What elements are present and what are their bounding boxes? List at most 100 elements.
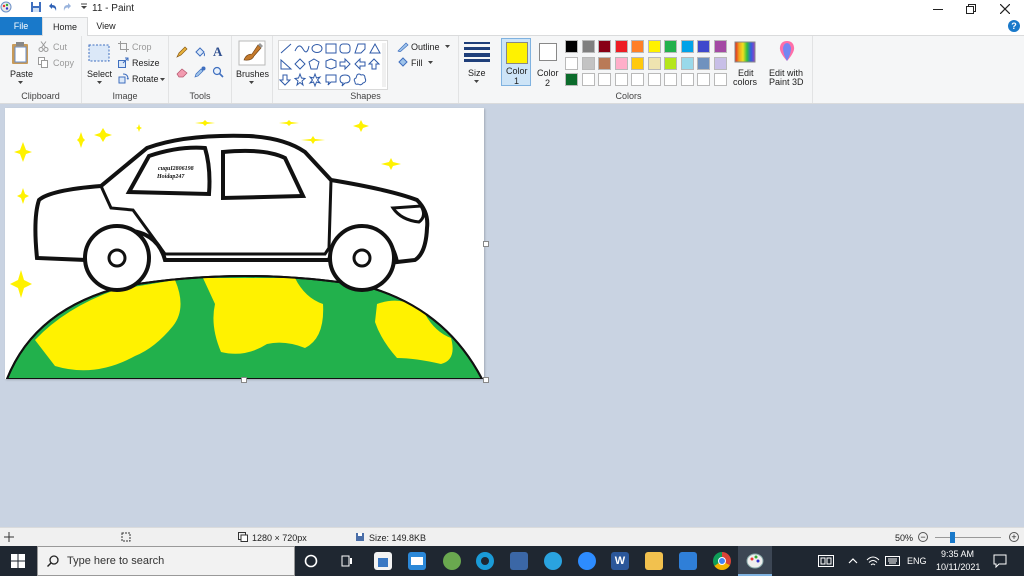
- chevron-down-icon: [160, 78, 165, 81]
- palette-swatch[interactable]: [598, 73, 611, 86]
- color2-button[interactable]: Color 2: [533, 38, 563, 88]
- palette-swatch[interactable]: [713, 40, 727, 53]
- telegram-icon[interactable]: [544, 552, 562, 570]
- restore-button[interactable]: [954, 0, 988, 17]
- clock-time[interactable]: 9:35 AM: [941, 549, 974, 559]
- palette-swatch[interactable]: [713, 73, 727, 86]
- task-view-icon[interactable]: [340, 554, 354, 568]
- palette-swatch[interactable]: [680, 56, 694, 70]
- edge-icon[interactable]: [476, 552, 494, 570]
- palette-swatch[interactable]: [647, 56, 661, 70]
- palette-swatch[interactable]: [581, 56, 595, 70]
- palette-swatch[interactable]: [647, 40, 661, 53]
- palette-swatch[interactable]: [565, 73, 578, 86]
- notification-icon[interactable]: [993, 554, 1007, 568]
- color2-number: 2: [545, 78, 551, 88]
- palette-swatch[interactable]: [713, 56, 727, 70]
- resize-button[interactable]: Resize: [118, 57, 162, 69]
- wifi-icon[interactable]: [866, 555, 880, 567]
- chrome-icon[interactable]: [713, 552, 731, 570]
- calculator-icon[interactable]: [510, 552, 528, 570]
- palette-swatch[interactable]: [598, 40, 611, 53]
- close-button[interactable]: [988, 0, 1022, 17]
- palette-swatch[interactable]: [664, 56, 677, 70]
- palette-swatch[interactable]: [647, 73, 661, 86]
- resize-handle-bottom[interactable]: [241, 377, 247, 383]
- palette-swatch[interactable]: [614, 73, 628, 86]
- minimize-button[interactable]: [921, 0, 955, 17]
- color-picker-icon[interactable]: [194, 66, 206, 78]
- customize-toolbar-chevron-icon[interactable]: [78, 1, 90, 13]
- resize-handle-right[interactable]: [483, 241, 489, 247]
- zoom-out-button[interactable]: −: [918, 532, 928, 542]
- fill-bucket-icon[interactable]: [194, 46, 206, 58]
- palette-swatch[interactable]: [631, 40, 644, 53]
- paint-taskbar-button[interactable]: [738, 546, 772, 576]
- tab-view[interactable]: View: [88, 17, 124, 35]
- pencil-icon[interactable]: [176, 46, 188, 58]
- zoom-app-icon[interactable]: [578, 552, 596, 570]
- file-explorer-icon[interactable]: [645, 552, 663, 570]
- palette-swatch[interactable]: [598, 56, 611, 70]
- help-icon[interactable]: ?: [1008, 20, 1020, 32]
- edit-colors-button[interactable]: Edit colors: [730, 39, 760, 89]
- greenshot-icon[interactable]: [443, 552, 461, 570]
- palette-swatch[interactable]: [697, 56, 710, 70]
- copy-button[interactable]: Copy: [38, 57, 78, 69]
- store-icon[interactable]: [374, 552, 392, 570]
- color1-button[interactable]: Color 1: [501, 38, 531, 86]
- rotate-button[interactable]: Rotate: [118, 73, 166, 85]
- palette-swatch[interactable]: [680, 73, 694, 86]
- language-indicator[interactable]: ENG: [907, 556, 927, 566]
- palette-swatch[interactable]: [614, 56, 628, 70]
- cortana-icon[interactable]: [304, 554, 318, 568]
- outline-button[interactable]: Outline: [397, 41, 453, 53]
- text-icon[interactable]: A: [212, 45, 224, 58]
- clock-date[interactable]: 10/11/2021: [936, 562, 980, 572]
- canvas-workspace[interactable]: cuquI2806198 Hoidap247: [0, 104, 1024, 527]
- palette-swatch[interactable]: [664, 40, 677, 53]
- zoom-in-button[interactable]: +: [1009, 532, 1019, 542]
- zoom-slider-track[interactable]: [935, 537, 1001, 538]
- shapes-gallery-icon[interactable]: [278, 40, 388, 90]
- keyboard-mode-icon[interactable]: [818, 555, 834, 567]
- undo-icon[interactable]: [46, 1, 58, 13]
- palette-swatch[interactable]: [581, 40, 595, 53]
- drawing-canvas[interactable]: cuquI2806198 Hoidap247: [5, 108, 484, 379]
- edit-with-paint3d-button[interactable]: Edit with Paint 3D: [766, 39, 808, 89]
- keyboard-icon[interactable]: [885, 556, 900, 566]
- word-icon[interactable]: W: [611, 552, 629, 570]
- show-hidden-icons-chevron-icon[interactable]: [848, 557, 858, 564]
- mail-icon[interactable]: [408, 552, 426, 570]
- palette-swatch[interactable]: [697, 40, 710, 53]
- palette-swatch[interactable]: [631, 73, 644, 86]
- windows-start-icon[interactable]: [11, 554, 25, 568]
- palette-swatch[interactable]: [614, 40, 628, 53]
- cut-button[interactable]: Cut: [38, 41, 78, 53]
- eraser-icon[interactable]: [176, 66, 188, 78]
- palette-swatch[interactable]: [565, 40, 578, 53]
- zoom-slider-thumb[interactable]: [949, 532, 955, 543]
- cursor-position-icon: [4, 532, 14, 542]
- crop-button[interactable]: Crop: [118, 41, 162, 53]
- paste-button[interactable]: Paste: [6, 39, 34, 89]
- palette-swatch[interactable]: [697, 73, 710, 86]
- palette-swatch[interactable]: [664, 73, 677, 86]
- tab-home[interactable]: Home: [42, 17, 88, 36]
- tab-file[interactable]: File: [0, 17, 42, 35]
- palette-swatch[interactable]: [565, 56, 578, 70]
- color1-number: 1: [514, 76, 520, 86]
- select-button[interactable]: Select: [85, 39, 113, 89]
- palette-swatch[interactable]: [680, 40, 694, 53]
- magnifier-icon[interactable]: [212, 66, 224, 78]
- redo-icon[interactable]: [62, 1, 74, 13]
- photos-icon[interactable]: [679, 552, 697, 570]
- save-icon[interactable]: [30, 1, 42, 13]
- palette-swatch[interactable]: [631, 56, 644, 70]
- brushes-button[interactable]: Brushes: [232, 36, 273, 103]
- size-button[interactable]: Size: [459, 36, 495, 103]
- fill-button[interactable]: Fill: [397, 57, 443, 69]
- resize-handle-corner[interactable]: [483, 377, 489, 383]
- palette-swatch[interactable]: [581, 73, 595, 86]
- taskbar-search-box[interactable]: Type here to search: [37, 546, 295, 576]
